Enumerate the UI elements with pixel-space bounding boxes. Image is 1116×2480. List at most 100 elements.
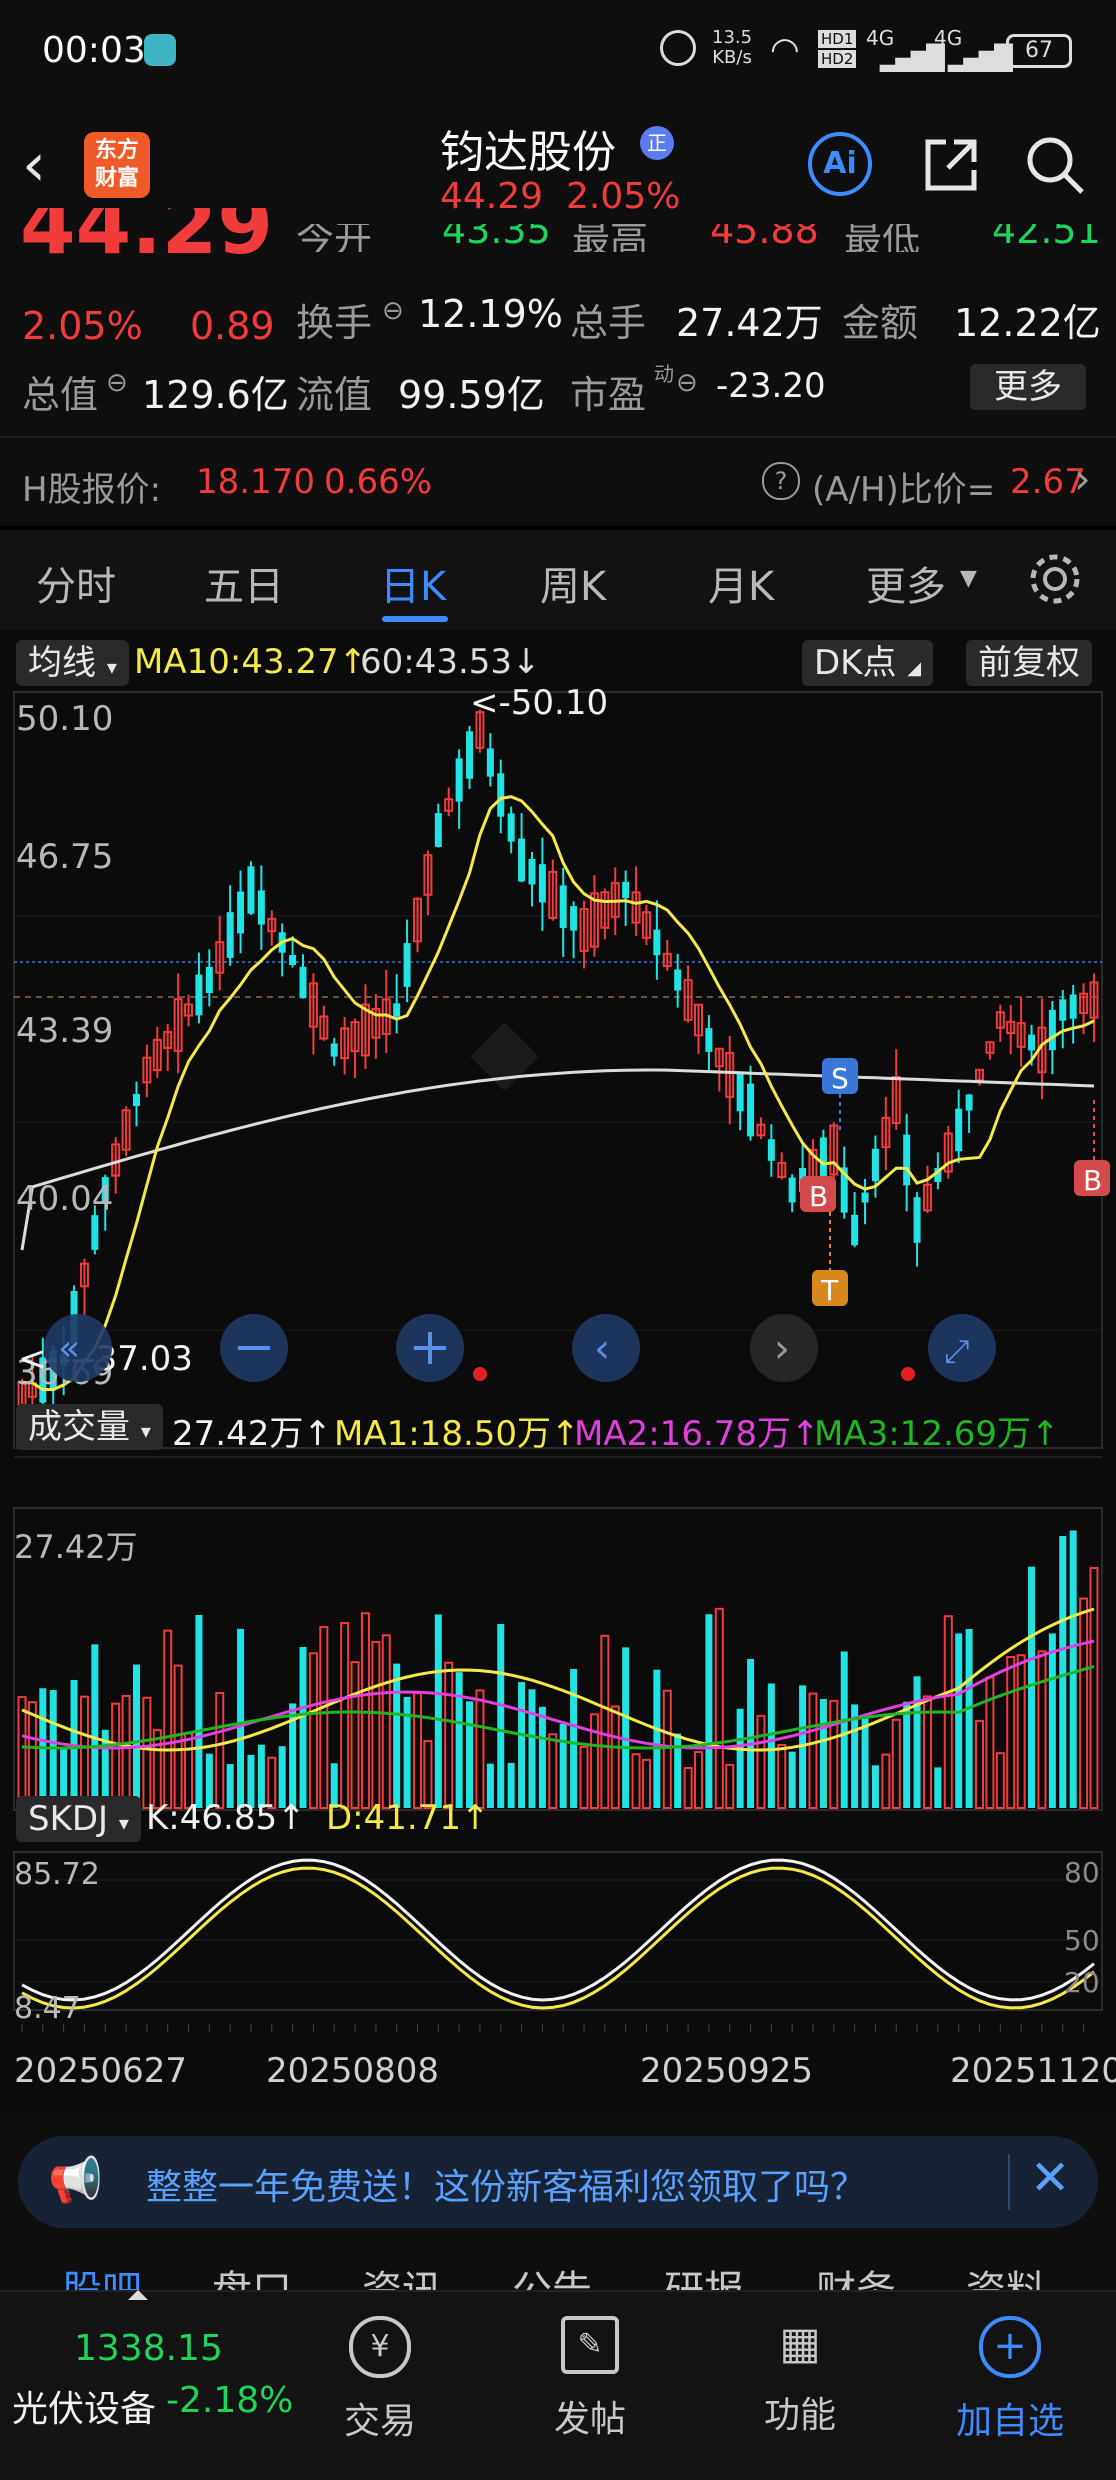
volume-label: 总手 — [570, 301, 647, 345]
stock-name[interactable]: 钧达股份 — [440, 116, 616, 180]
signal2-icon: ▂▄▆█ — [948, 44, 1013, 72]
back-icon[interactable]: ‹ — [22, 130, 46, 200]
exchange-icon: ¥ — [349, 2316, 411, 2378]
float-label: 流值 — [296, 373, 373, 417]
subtab-yanbao[interactable]: 研报 — [664, 2258, 744, 2290]
candle — [965, 1094, 973, 1111]
svg-text:⤢: ⤢ — [944, 1332, 970, 1370]
volume-bar — [589, 1713, 599, 1809]
candle — [91, 1215, 99, 1250]
candle — [861, 1192, 869, 1203]
ai-icon[interactable]: Ai — [808, 132, 872, 196]
candle — [851, 1214, 859, 1246]
subtab-guba[interactable]: 股吧 — [62, 2258, 142, 2290]
volume-bar — [756, 1714, 766, 1810]
header-price: 44.29 — [440, 176, 544, 217]
ma10-line — [21, 795, 1095, 1392]
candle — [518, 838, 526, 882]
volume-bar — [891, 1718, 901, 1810]
volume-bar — [736, 1708, 744, 1808]
candle — [497, 773, 505, 817]
candle — [289, 954, 297, 966]
volume-selector[interactable]: 成交量 ▾ — [16, 1404, 163, 1450]
more-button[interactable]: 更多 — [970, 364, 1086, 410]
volume-bar — [27, 1701, 37, 1810]
volume-bar — [600, 1634, 610, 1809]
tab-zhouk[interactable]: 周K — [540, 554, 606, 612]
volume-bar — [705, 1614, 713, 1808]
turnover-label: 换手 — [296, 301, 373, 345]
skdj-selector[interactable]: SKDJ ▾ — [16, 1796, 141, 1842]
skdj-k-line — [21, 1858, 1095, 2002]
tab-fenshi[interactable]: 分时 — [36, 554, 116, 612]
net-speed: 13.5 KB/s — [712, 27, 753, 68]
mcap-info-icon[interactable]: ⊖ — [106, 368, 128, 398]
tab-wuri[interactable]: 五日 — [204, 554, 284, 612]
tab-rik[interactable]: 日K — [380, 554, 446, 612]
kline-chart[interactable]: ◆ 50.10 46.75 43.39 40.04 36.69 <-50.10 … — [0, 630, 1116, 2110]
volume-bar — [913, 1676, 921, 1808]
volume-bar — [808, 1692, 818, 1810]
volume-bar — [1079, 1597, 1089, 1810]
subtab-gonggao[interactable]: 公告 — [512, 2258, 592, 2290]
skdj-y-top: 85.72 — [14, 1857, 100, 1892]
hshare-row[interactable]: H股报价: 18.170 0.66% ? (A/H)比价= 2.67 › — [0, 440, 1116, 526]
promo-banner[interactable]: 📢 整整一年免费送！这份新客福利您领取了吗？ ✕ — [18, 2136, 1098, 2228]
candle — [747, 1083, 755, 1137]
index-value[interactable]: 1338.15 — [74, 2328, 223, 2369]
volume-bar — [538, 1706, 546, 1808]
index-name[interactable]: 光伏设备 — [12, 2380, 156, 2432]
candle — [913, 1197, 921, 1243]
tab-yuek[interactable]: 月K — [708, 554, 774, 612]
amount-value: 12.22亿 — [954, 301, 1101, 345]
svg-text:B: B — [809, 1180, 828, 1213]
pe-info-icon[interactable]: ⊖ — [676, 368, 698, 398]
volume-bar — [507, 1762, 515, 1808]
signal-s[interactable]: S — [822, 1058, 858, 1095]
close-icon[interactable]: ✕ — [1030, 2150, 1070, 2206]
volume-bar — [381, 1634, 391, 1810]
settings-icon[interactable] — [1026, 550, 1084, 608]
nav-function[interactable]: ▦ 功能 — [750, 2316, 850, 2438]
candle — [570, 906, 578, 931]
subtab-caiwu[interactable]: 财务 — [816, 2258, 896, 2290]
signal-b[interactable]: B — [800, 1176, 836, 1213]
nav-add-watchlist[interactable]: + 加自选 — [948, 2316, 1072, 2444]
volume-bar — [360, 1612, 370, 1809]
candle — [205, 966, 213, 994]
y-label-4: 40.04 — [16, 1179, 113, 1219]
volume-bar — [934, 1767, 942, 1808]
volume-bar — [518, 1682, 526, 1808]
search-icon[interactable] — [1024, 134, 1086, 196]
subtab-ziliao[interactable]: 资料 — [966, 2258, 1046, 2290]
volume-bar — [497, 1623, 505, 1808]
kline-region[interactable]: 均线 ▾ MA10:43.27↑ 60:43.53↓ DK点 ◢ 前复权 ◆ 5… — [0, 630, 1116, 2110]
volume-bar — [299, 1646, 307, 1808]
share-icon[interactable] — [920, 134, 982, 196]
chevron-right-icon: › — [1074, 454, 1091, 503]
nav-post[interactable]: ✎ 发帖 — [540, 2316, 640, 2442]
volume-bar — [610, 1705, 620, 1810]
nav-trade[interactable]: ¥ 交易 — [330, 2316, 430, 2444]
svg-text:‹: ‹ — [594, 1326, 610, 1372]
volume-bar — [788, 1751, 796, 1808]
status-bar: 00:03 13.5 KB/s ◠ HD1 HD2 4G ▂▄▆█ 4G ▂▄▆█ … — [0, 0, 1116, 100]
help-icon[interactable]: ? — [762, 462, 800, 500]
volume-bar — [903, 1701, 911, 1808]
signal-b2[interactable]: B — [1074, 1160, 1110, 1197]
tab-more[interactable]: 更多 — [866, 554, 946, 612]
vol-ma1-line — [21, 1607, 1095, 1752]
volume-bar — [641, 1758, 651, 1810]
volume-current: 27.42万↑ — [172, 1414, 332, 1454]
volume-bar — [195, 1614, 203, 1808]
mcap-label: 总值 — [22, 373, 99, 417]
volume-bar — [455, 1672, 463, 1808]
y-label-top: 50.10 — [16, 699, 113, 739]
subtab-zixun[interactable]: 资讯 — [362, 2258, 442, 2290]
quote-pct: 2.05% — [22, 304, 143, 348]
signal-t[interactable]: T — [812, 1270, 848, 1307]
subtab-pankou[interactable]: 盘口 — [212, 2258, 292, 2290]
svg-text:T: T — [820, 1274, 839, 1307]
x-ticks — [21, 2024, 1085, 2032]
info-icon[interactable]: ⊖ — [382, 296, 404, 326]
